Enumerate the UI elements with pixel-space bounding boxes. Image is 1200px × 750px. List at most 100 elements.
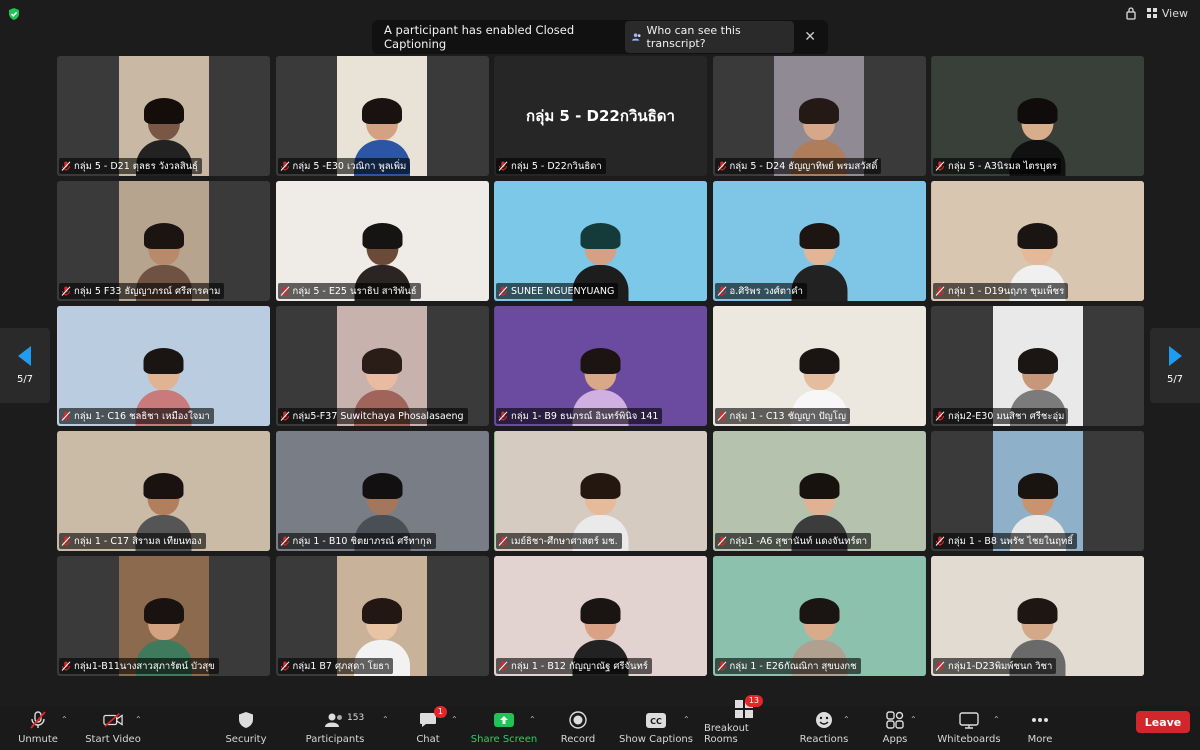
video-options-caret-icon[interactable]: ⌃	[135, 715, 142, 724]
participant-tile[interactable]: กลุ่ม1 -A6 สุชานันท์ แดงจันทร์ตา	[712, 431, 926, 551]
participant-tile[interactable]: กลุ่ม2-E30 มนสิชา ศรีชะอุ่ม	[931, 306, 1144, 426]
participant-tile[interactable]: กลุ่ม 1 - B12 กัญญาณัฐ ศรีจันทร์	[494, 556, 707, 676]
participant-name-label: SUNEE NGUENYUANG	[496, 283, 619, 299]
whiteboard-icon	[959, 711, 979, 729]
participant-tile[interactable]: กลุ่ม 5 -E30 เวณิกา พูลเพิ่ม	[275, 56, 489, 176]
participant-tile[interactable]: กลุ่ม 5 - A3นิรมล ไตรบุตร	[931, 56, 1144, 176]
participant-tile[interactable]: กลุ่ม 1 - E26กัณณิกา สุขบงกช	[712, 556, 926, 676]
participant-name: กลุ่ม 5 - D24 ธัญญาทิพย์ พรมสวัสดิ์	[729, 160, 878, 172]
participant-tile[interactable]: กลุ่ม 5 - D21 ตุลธร วังวลสินธุ์	[57, 56, 270, 176]
record-icon	[569, 711, 587, 729]
unmute-options-caret-icon[interactable]: ⌃	[61, 715, 68, 724]
share-options-caret-icon[interactable]: ⌃	[529, 715, 536, 724]
muted-mic-icon	[935, 161, 945, 171]
muted-mic-icon	[61, 161, 71, 171]
participant-tile[interactable]: กลุ่ม 1- B9 ธนภรณ์ อินทร์พินิจ 141	[494, 306, 707, 426]
muted-mic-icon	[498, 286, 508, 296]
unmute-label: Unmute	[18, 734, 58, 745]
next-page-button[interactable]: 5/7	[1150, 328, 1200, 403]
encryption-shield-icon[interactable]	[7, 7, 21, 21]
participant-name: กลุ่ม1 -A6 สุชานันท์ แดงจันทร์ตา	[729, 535, 868, 547]
participant-tile[interactable]: กลุ่ม 1 - B8 นพรัช ไชยในฤทธิ์	[931, 431, 1144, 551]
arrow-left-icon	[18, 346, 31, 366]
participant-name: กลุ่ม 5 - D21 ตุลธร วังวลสินธุ์	[74, 160, 198, 172]
participant-name-label: กลุ่ม 1 - B12 กัญญาณัฐ ศรีจันทร์	[496, 658, 652, 674]
participant-tile[interactable]: กลุ่ม 1- C16 ชลธิชา เหมืองใจมา	[57, 306, 270, 426]
chat-badge: 1	[433, 706, 447, 718]
participant-name-label: กลุ่ม 5 -E30 เวณิกา พูลเพิ่ม	[277, 158, 411, 174]
participant-tile[interactable]: SUNEE NGUENYUANG	[494, 181, 707, 301]
participant-tile[interactable]: กลุ่ม 5 - D22กวินธิดา กลุ่ม 5 - D22กวินธิ…	[494, 56, 707, 176]
participants-label: Participants	[305, 734, 365, 745]
page-indicator-right: 5/7	[1166, 374, 1184, 385]
banner-message: A participant has enabled Closed Caption…	[384, 23, 575, 51]
participant-tile[interactable]: กลุ่ม 1 - C17 สิรามล เทียนทอง	[57, 431, 270, 551]
participant-name-label: กลุ่ม5-F37 Suwitchaya Phosalasaeng	[277, 408, 468, 424]
whiteboards-button[interactable]: Whiteboards	[936, 706, 1002, 750]
video-off-icon	[103, 713, 123, 727]
participant-tile[interactable]: อ.ศิริพร วงศ์ตาคำ	[712, 181, 926, 301]
participants-button[interactable]: 153 Participants	[302, 706, 368, 750]
participant-name-label: กลุ่ม 1- B9 ธนภรณ์ อินทร์พินิจ 141	[496, 408, 663, 424]
whiteboards-options-caret-icon[interactable]: ⌃	[993, 715, 1000, 724]
participant-name: กลุ่ม 1- C16 ชลธิชา เหมืองใจมา	[74, 410, 210, 422]
muted-mic-icon	[717, 286, 726, 296]
participant-tile[interactable]: กลุ่ม5-F37 Suwitchaya Phosalasaeng	[275, 306, 489, 426]
previous-page-button[interactable]: 5/7	[0, 328, 50, 403]
lock-icon[interactable]	[1125, 6, 1137, 20]
participant-tile[interactable]: เมย์ธิชา-ศึกษาศาสตร์ มช.	[494, 431, 707, 551]
muted-mic-icon	[280, 661, 289, 671]
participant-name-label: กลุ่ม 1 - B10 ชิตยาภรณ์ ศรีทากุล	[277, 533, 436, 549]
participant-tile[interactable]: กลุ่ม1-B11นางสาวสุภารัตน์ บัวสุข	[57, 556, 270, 676]
captions-options-caret-icon[interactable]: ⌃	[683, 715, 690, 724]
participant-gallery: กลุ่ม 5 - D21 ตุลธร วังวลสินธุ์กลุ่ม 5 -…	[57, 56, 1144, 676]
participant-name: กลุ่ม1 B7 ศุภสุดา โยธา	[292, 660, 390, 672]
participant-tile[interactable]: กลุ่ม1 B7 ศุภสุดา โยธา	[275, 556, 489, 676]
top-right-controls: View	[1125, 6, 1188, 20]
share-screen-icon	[494, 713, 514, 727]
who-can-see-transcript-button[interactable]: Who can see this transcript?	[624, 21, 795, 53]
participant-tile[interactable]: กลุ่ม1-D23พิมพ์ชนก วิชา	[931, 556, 1144, 676]
muted-mic-icon	[717, 661, 726, 671]
share-screen-button[interactable]: Share Screen	[470, 706, 538, 750]
muted-mic-icon	[935, 411, 945, 421]
participant-name-label: กลุ่ม 5 - D24 ธัญญาทิพย์ พรมสวัสดิ์	[714, 158, 882, 174]
participant-tile[interactable]: กลุ่ม 1 - D19นฤภร ชุมเพ็ชร	[931, 181, 1144, 301]
participant-tile[interactable]: กลุ่ม 5 F33 ธัญญาภรณ์ ศรีสารคาม	[57, 181, 270, 301]
muted-mic-icon	[935, 286, 945, 296]
chat-options-caret-icon[interactable]: ⌃	[451, 715, 458, 724]
participant-tile[interactable]: กลุ่ม 5 - E25 นราธิป สาริพันธ์	[275, 181, 489, 301]
reactions-options-caret-icon[interactable]: ⌃	[843, 715, 850, 724]
close-icon[interactable]: ✕	[804, 29, 816, 45]
record-button[interactable]: Record	[558, 706, 598, 750]
reactions-button[interactable]: Reactions	[799, 706, 849, 750]
whiteboards-label: Whiteboards	[937, 734, 1001, 745]
participant-name-label: กลุ่ม 1 - E26กัณณิกา สุขบงกช	[714, 658, 861, 674]
meeting-toolbar: Unmute ⌃ Start Video ⌃ Security 153 Part…	[0, 695, 1200, 750]
more-button[interactable]: More	[1022, 706, 1058, 750]
breakout-rooms-button[interactable]: 13 Breakout Rooms	[704, 695, 784, 750]
participant-tile[interactable]: กลุ่ม 1 - B10 ชิตยาภรณ์ ศรีทากุล	[275, 431, 489, 551]
muted-mic-icon	[935, 661, 945, 671]
participant-name: กลุ่ม 1 - B10 ชิตยาภรณ์ ศรีทากุล	[292, 535, 432, 547]
show-captions-button[interactable]: CC Show Captions	[619, 706, 693, 750]
view-button[interactable]: View	[1146, 7, 1188, 20]
participants-options-caret-icon[interactable]: ⌃	[382, 715, 389, 724]
security-button[interactable]: Security	[221, 706, 271, 750]
start-video-button[interactable]: Start Video	[82, 706, 144, 750]
unmute-button[interactable]: Unmute	[14, 706, 62, 750]
apps-button[interactable]: Apps	[876, 706, 914, 750]
apps-options-caret-icon[interactable]: ⌃	[910, 715, 917, 724]
participant-tile[interactable]: กลุ่ม 1 - C13 ชัญญา ปัญโญ	[712, 306, 926, 426]
leave-button[interactable]: Leave	[1136, 711, 1190, 733]
reactions-label: Reactions	[799, 734, 849, 745]
participant-name: เมย์ธิชา-ศึกษาศาสตร์ มช.	[511, 535, 618, 547]
muted-mic-icon	[30, 711, 46, 729]
participant-name-label: กลุ่ม1-B11นางสาวสุภารัตน์ บัวสุข	[59, 658, 219, 674]
chat-button[interactable]: 1 Chat	[408, 706, 448, 750]
participant-tile[interactable]: กลุ่ม 5 - D24 ธัญญาทิพย์ พรมสวัสดิ์	[712, 56, 926, 176]
more-label: More	[1027, 734, 1053, 745]
participant-name: กลุ่ม 5 F33 ธัญญาภรณ์ ศรีสารคาม	[74, 285, 221, 297]
closed-captions-icon: CC	[646, 712, 666, 728]
participant-name-label: กลุ่ม1 -A6 สุชานันท์ แดงจันทร์ตา	[714, 533, 872, 549]
